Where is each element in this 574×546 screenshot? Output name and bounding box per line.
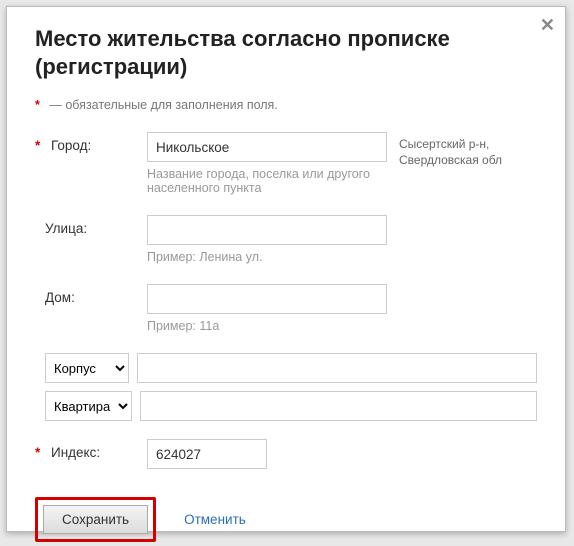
row-city: * Город: Название города, поселка или др… [35, 132, 537, 209]
row-street: Улица: Пример: Ленина ул. [35, 215, 537, 278]
city-input[interactable] [147, 132, 387, 162]
close-icon[interactable]: ✕ [540, 15, 555, 36]
kvartira-input[interactable] [140, 391, 537, 421]
house-hint: Пример: 11а [147, 319, 387, 333]
korpus-input[interactable] [137, 353, 537, 383]
label-city: * Город: [35, 132, 147, 153]
label-index-text: Индекс: [51, 445, 100, 460]
label-street-text: Улица: [45, 221, 87, 236]
modal-title: Место жительства согласно прописке (реги… [35, 25, 537, 80]
address-modal: ✕ Место жительства согласно прописке (ре… [6, 6, 566, 532]
row-kvartira: Квартира [35, 391, 537, 421]
house-input[interactable] [147, 284, 387, 314]
save-button[interactable]: Сохранить [43, 505, 148, 534]
label-house-text: Дом: [45, 290, 75, 305]
label-street: Улица: [35, 215, 147, 236]
required-note: * — обязательные для заполнения поля. [35, 98, 537, 112]
kvartira-select[interactable]: Квартира [45, 391, 132, 421]
city-hint: Название города, поселка или другого нас… [147, 167, 387, 195]
label-house: Дом: [35, 284, 147, 305]
asterisk-icon: * [35, 98, 40, 112]
street-hint: Пример: Ленина ул. [147, 250, 387, 264]
required-note-text: — обязательные для заполнения поля. [49, 98, 277, 112]
korpus-select[interactable]: Корпус [45, 353, 129, 383]
button-row: Сохранить Отменить [35, 497, 537, 542]
asterisk-icon: * [35, 138, 45, 153]
asterisk-icon: * [35, 445, 45, 460]
row-korpus: Корпус [35, 353, 537, 383]
street-input[interactable] [147, 215, 387, 245]
save-highlight-box: Сохранить [35, 497, 156, 542]
label-index: * Индекс: [35, 439, 147, 460]
region-text: Сысертский р-н, Свердловская обл [387, 132, 537, 168]
index-input[interactable] [147, 439, 267, 469]
row-index: * Индекс: [35, 439, 537, 469]
label-city-text: Город: [51, 138, 91, 153]
row-house: Дом: Пример: 11а [35, 284, 537, 347]
cancel-link[interactable]: Отменить [184, 512, 246, 527]
